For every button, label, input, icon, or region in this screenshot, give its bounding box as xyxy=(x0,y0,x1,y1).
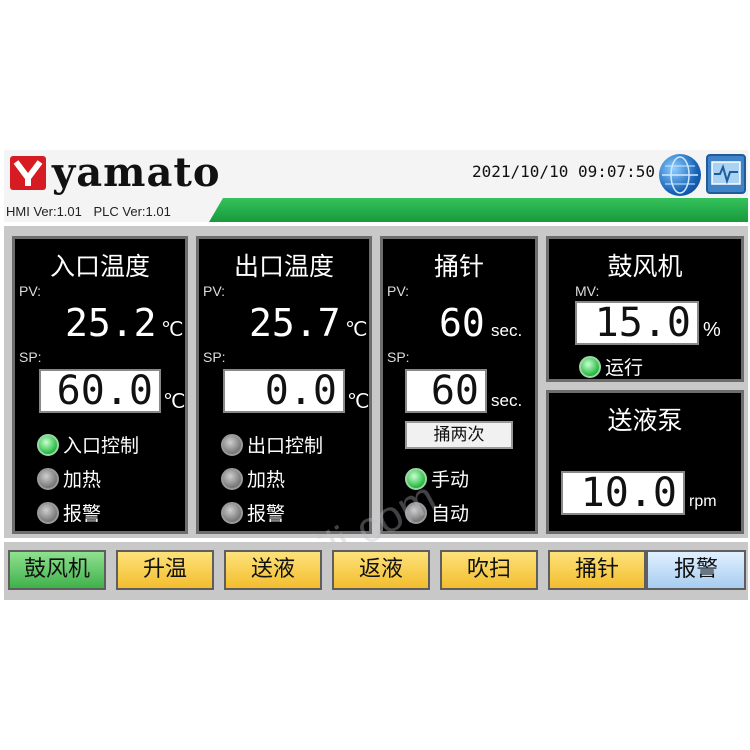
blower-button[interactable]: 鼓风机 xyxy=(8,550,106,590)
plc-version: PLC Ver:1.01 xyxy=(93,204,171,219)
indicator-label: 加热 xyxy=(247,469,286,491)
pv-label: PV: xyxy=(387,283,410,299)
unit-label: ℃ xyxy=(163,391,186,413)
alarm-button[interactable]: 报警 xyxy=(646,550,746,590)
pv-label: PV: xyxy=(203,283,226,299)
version-info: HMI Ver:1.01 PLC Ver:1.01 xyxy=(6,204,179,219)
globe-icon[interactable] xyxy=(659,154,701,196)
led-off-icon xyxy=(221,433,243,456)
sp-label: SP: xyxy=(387,349,410,365)
yamato-logo-icon xyxy=(10,156,46,190)
datetime-display: 2021/10/10 09:07:50 xyxy=(472,162,656,181)
indicator-label: 手动 xyxy=(431,469,470,491)
indicator-label: 出口控制 xyxy=(247,435,324,457)
led-off-icon xyxy=(221,501,243,524)
unit-label: sec. xyxy=(491,321,523,340)
indicator-running: 运行 xyxy=(579,353,643,380)
header-bar: yamato 2021/10/10 09:07:50 HMI Ver:1.01 … xyxy=(4,149,748,222)
inlet-pv-value: 25.2 xyxy=(65,301,157,345)
indicator-label: 加热 xyxy=(63,469,102,491)
indicator-label: 报警 xyxy=(247,503,286,525)
panel-title: 送液泵 xyxy=(607,406,683,435)
mv-label: MV: xyxy=(575,283,600,299)
header-accent-strip xyxy=(209,198,748,222)
pump-speed-input[interactable]: 10.0 xyxy=(561,471,685,515)
led-on-icon xyxy=(37,433,59,456)
sp-label: SP: xyxy=(203,349,226,365)
pv-label: PV: xyxy=(19,283,42,299)
indicator-alarm: 报警 xyxy=(37,499,101,526)
indicator-inlet-control: 入口控制 xyxy=(37,431,139,458)
needle-sp-input[interactable]: 60 xyxy=(405,369,487,413)
outlet-temp-panel: 出口温度 PV: 25.7 ℃ SP: 0.0 ℃ 出口控制 加热 报警 xyxy=(196,236,372,534)
feed-button[interactable]: 送液 xyxy=(224,550,322,590)
unit-label: ℃ xyxy=(347,391,370,413)
indicator-heating: 加热 xyxy=(37,465,101,492)
panel-title: 捅针 xyxy=(433,252,484,281)
return-button[interactable]: 返液 xyxy=(332,550,430,590)
panels-area: 入口温度 PV: 25.2 ℃ SP: 60.0 ℃ 入口控制 加热 报警 出口… xyxy=(4,226,748,595)
led-off-icon xyxy=(37,467,59,490)
unit-label: ℃ xyxy=(161,319,184,341)
led-off-icon xyxy=(37,501,59,524)
needle-pv-value: 60 xyxy=(439,301,485,345)
function-button-bar: 鼓风机 升温 送液 返液 吹扫 捅针 报警 xyxy=(4,542,748,600)
brand-name: yamato xyxy=(52,149,221,196)
panel-title: 出口温度 xyxy=(233,252,334,281)
outlet-sp-input[interactable]: 0.0 xyxy=(223,369,345,413)
panel-title: 入口温度 xyxy=(49,252,150,281)
unit-label: % xyxy=(703,319,721,341)
purge-button[interactable]: 吹扫 xyxy=(440,550,538,590)
needle-button[interactable]: 捅针 xyxy=(548,550,646,590)
inlet-temp-panel: 入口温度 PV: 25.2 ℃ SP: 60.0 ℃ 入口控制 加热 报警 xyxy=(12,236,188,534)
indicator-outlet-control: 出口控制 xyxy=(221,431,323,458)
sp-label: SP: xyxy=(19,349,42,365)
panel-title: 鼓风机 xyxy=(607,252,683,281)
double-poke-button[interactable]: 捅两次 xyxy=(405,421,513,449)
indicator-label: 入口控制 xyxy=(63,435,140,457)
hmi-version: HMI Ver:1.01 xyxy=(6,204,82,219)
hmi-screen: yamato 2021/10/10 09:07:50 HMI Ver:1.01 … xyxy=(4,149,748,600)
indicator-label: 报警 xyxy=(63,503,102,525)
indicator-alarm: 报警 xyxy=(221,499,285,526)
inlet-sp-input[interactable]: 60.0 xyxy=(39,369,161,413)
indicator-label: 运行 xyxy=(605,357,644,379)
pump-panel: 送液泵 10.0 rpm xyxy=(546,390,744,534)
blower-mv-input[interactable]: 15.0 xyxy=(575,301,699,345)
led-on-icon xyxy=(579,355,601,378)
unit-label: ℃ xyxy=(345,319,368,341)
monitor-icon[interactable] xyxy=(706,154,746,194)
outlet-pv-value: 25.7 xyxy=(249,301,341,345)
indicator-heating: 加热 xyxy=(221,465,285,492)
blower-panel: 鼓风机 MV: 15.0 % 运行 xyxy=(546,236,744,382)
heat-up-button[interactable]: 升温 xyxy=(116,550,214,590)
led-off-icon xyxy=(221,467,243,490)
unit-label: sec. xyxy=(491,391,523,410)
unit-label: rpm xyxy=(689,493,717,510)
